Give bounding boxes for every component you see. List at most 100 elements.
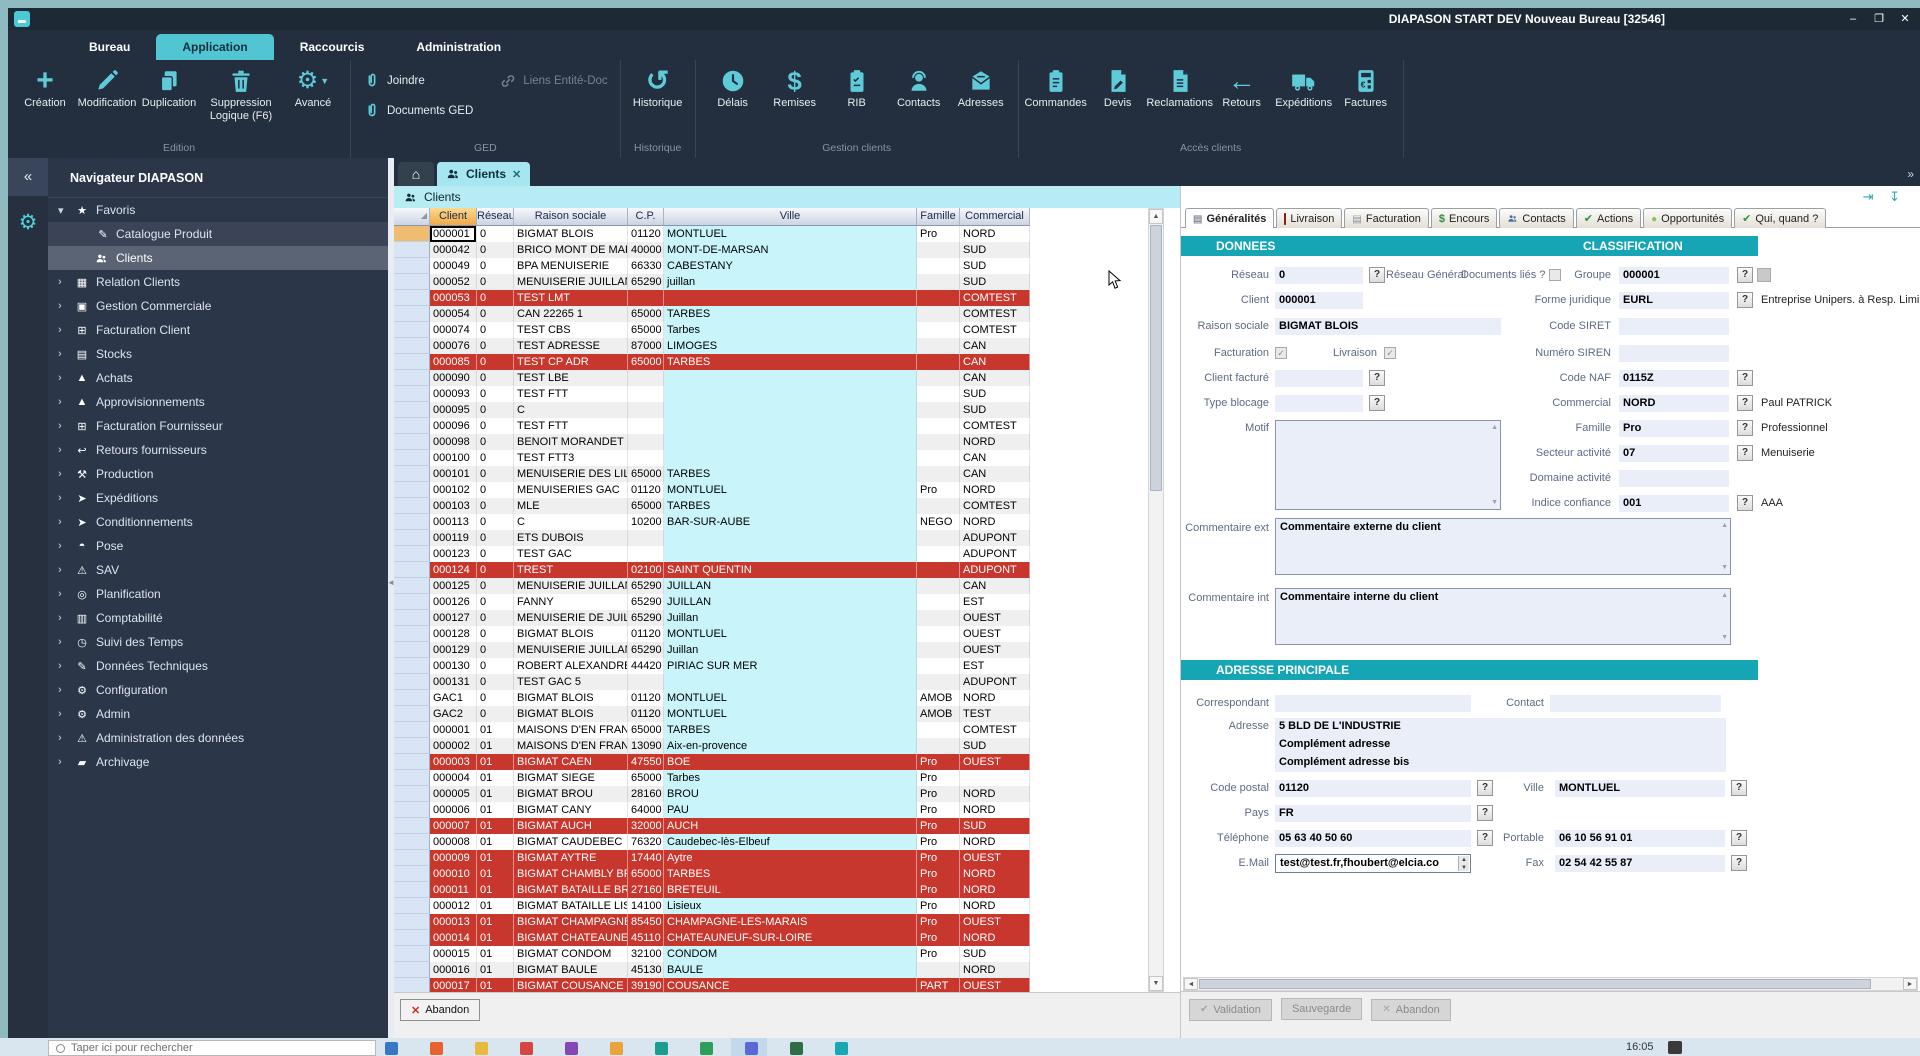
sidebar-item-conditionnements[interactable]: ›➤Conditionnements — [48, 510, 388, 534]
cell-ville[interactable]: TARBES — [664, 866, 917, 882]
chevron-down-icon[interactable]: ▾ — [58, 204, 70, 217]
cell-famille[interactable] — [917, 258, 960, 274]
cell-commercial[interactable]: SUD — [960, 274, 1030, 290]
cell-reseau[interactable]: 0 — [477, 354, 514, 370]
cell-raison-sociale[interactable]: MAISONS D'EN FRANCE — [514, 738, 628, 754]
cell-famille[interactable] — [917, 962, 960, 978]
cell-cp[interactable]: 65000 — [628, 498, 664, 514]
adresse-field-3[interactable]: Complément adresse bis — [1275, 754, 1726, 772]
chevron-right-icon[interactable]: › — [58, 588, 70, 600]
row-gutter[interactable] — [394, 418, 430, 434]
cell-raison-sociale[interactable]: FANNY — [514, 594, 628, 610]
chevron-right-icon[interactable]: › — [58, 708, 70, 720]
cell-raison-sociale[interactable]: C — [514, 402, 628, 418]
tab-home[interactable]: ⌂ — [398, 162, 434, 186]
cell-cp[interactable]: 10200 — [628, 514, 664, 530]
cell-raison-sociale[interactable]: TEST GAC — [514, 546, 628, 562]
cell-reseau[interactable]: 01 — [477, 834, 514, 850]
cell-ville[interactable] — [664, 434, 917, 450]
cell-cp[interactable]: 28160 — [628, 786, 664, 802]
row-gutter[interactable] — [394, 402, 430, 418]
cell-raison-sociale[interactable]: TEST FTT — [514, 418, 628, 434]
forme-help-button[interactable]: ? — [1737, 292, 1753, 308]
cell-client[interactable]: 000103 — [430, 498, 477, 514]
row-gutter[interactable] — [394, 514, 430, 530]
row-gutter[interactable] — [394, 946, 430, 962]
cell-reseau[interactable]: 01 — [477, 770, 514, 786]
cell-ville[interactable]: TARBES — [664, 354, 917, 370]
table-row[interactable]: 00000901BIGMAT AYTRE17440AytreProOUEST — [394, 850, 1030, 866]
cell-famille[interactable] — [917, 434, 960, 450]
sidebar-item-retours-fournisseurs[interactable]: ›↩Retours fournisseurs — [48, 438, 388, 462]
table-row[interactable]: 0001300ROBERT ALEXANDRE ET44420PIRIAC SU… — [394, 658, 1030, 674]
cell-commercial[interactable]: TEST — [960, 706, 1030, 722]
cell-reseau[interactable]: 01 — [477, 914, 514, 930]
cell-reseau[interactable]: 0 — [477, 658, 514, 674]
cell-reseau[interactable]: 0 — [477, 578, 514, 594]
table-row[interactable]: 0001030MLE65000TARBESCOMTEST — [394, 498, 1030, 514]
taskbar-app-icon[interactable] — [1668, 1041, 1682, 1054]
cell-ville[interactable]: JUILLAN — [664, 578, 917, 594]
cell-cp[interactable]: 65290 — [628, 274, 664, 290]
chevron-right-icon[interactable]: › — [58, 276, 70, 288]
menu-tab-application[interactable]: Application — [156, 34, 273, 60]
table-row[interactable]: 00000401BIGMAT SIEGE65000TarbesPro — [394, 770, 1030, 786]
chevron-right-icon[interactable]: › — [58, 420, 70, 432]
cell-ville[interactable]: Lisieux — [664, 898, 917, 914]
cell-client[interactable]: 000007 — [430, 818, 477, 834]
cell-client[interactable]: 000004 — [430, 770, 477, 786]
scrollbar-thumb[interactable] — [1150, 225, 1162, 491]
row-gutter[interactable] — [394, 258, 430, 274]
ville-field[interactable]: MONTLUEL — [1555, 780, 1725, 797]
table-row[interactable]: 0000520MENUISERIE JUILLAN65290juillanSUD — [394, 274, 1030, 290]
ville-help-button[interactable]: ? — [1731, 780, 1747, 796]
cell-famille[interactable] — [917, 722, 960, 738]
table-row[interactable]: 0001270MENUISERIE DE JUILLAN65290Juillan… — [394, 610, 1030, 626]
cell-cp[interactable]: 65000 — [628, 466, 664, 482]
cell-cp[interactable]: 66330 — [628, 258, 664, 274]
vertical-scrollbar[interactable]: ▲ ▼ — [1148, 208, 1164, 992]
scrollbar-thumb[interactable] — [1199, 979, 1871, 989]
cell-client[interactable]: 000123 — [430, 546, 477, 562]
famille-field[interactable]: Pro — [1619, 420, 1729, 437]
cell-client[interactable]: 000005 — [430, 786, 477, 802]
row-gutter[interactable] — [394, 738, 430, 754]
cell-commercial[interactable]: NORD — [960, 514, 1030, 530]
table-row[interactable]: 0000490BPA MENUISERIE66330CABESTANYSUD — [394, 258, 1030, 274]
cell-famille[interactable]: Pro — [917, 226, 960, 242]
cell-ville[interactable] — [664, 546, 917, 562]
secteur-field[interactable]: 07 — [1619, 445, 1729, 462]
groupe-help-button[interactable]: ? — [1737, 267, 1753, 283]
chevron-right-icon[interactable]: › — [58, 348, 70, 360]
row-gutter[interactable] — [394, 978, 430, 992]
cell-cp[interactable]: 65290 — [628, 578, 664, 594]
table-row[interactable]: 0000740TEST CBS65000TarbesCOMTEST — [394, 322, 1030, 338]
cell-ville[interactable]: PAU — [664, 802, 917, 818]
ribbon-adresses-button[interactable]: Adresses — [950, 62, 1012, 126]
cell-raison-sociale[interactable]: ETS DUBOIS — [514, 530, 628, 546]
chevron-right-icon[interactable]: › — [58, 396, 70, 408]
cell-ville[interactable]: Juillan — [664, 642, 917, 658]
cell-client[interactable]: 000042 — [430, 242, 477, 258]
cell-ville[interactable]: TARBES — [664, 466, 917, 482]
cell-reseau[interactable]: 01 — [477, 882, 514, 898]
cell-commercial[interactable]: EST — [960, 658, 1030, 674]
cell-reseau[interactable]: 0 — [477, 290, 514, 306]
detail-tab-opportunites[interactable]: ●Opportunités — [1643, 208, 1732, 228]
cell-cp[interactable] — [628, 290, 664, 306]
type-blocage-field[interactable] — [1275, 395, 1363, 412]
table-row[interactable]: 0000960TEST FTTCOMTEST — [394, 418, 1030, 434]
ribbon-reclamations-button[interactable]: Reclamations — [1149, 62, 1211, 126]
cell-raison-sociale[interactable]: MENUISERIE DE JUILLAN — [514, 610, 628, 626]
cell-commercial[interactable]: SUD — [960, 738, 1030, 754]
sidebar-item-stocks[interactable]: ›▤Stocks — [48, 342, 388, 366]
cell-client[interactable]: 000113 — [430, 514, 477, 530]
forme-juridique-field[interactable]: EURL — [1619, 292, 1729, 309]
cell-raison-sociale[interactable]: BIGMAT CHAMBLY BROU — [514, 866, 628, 882]
table-row[interactable]: 0001130C10200BAR-SUR-AUBENEGONORD — [394, 514, 1030, 530]
client-facture-help-button[interactable]: ? — [1369, 370, 1385, 386]
commercial-field[interactable]: NORD — [1619, 395, 1729, 412]
table-row[interactable]: 0000540CAN 22265 165000TARBESCOMTEST — [394, 306, 1030, 322]
taskbar-app-icon[interactable] — [385, 1042, 398, 1055]
cell-ville[interactable]: TARBES — [664, 722, 917, 738]
